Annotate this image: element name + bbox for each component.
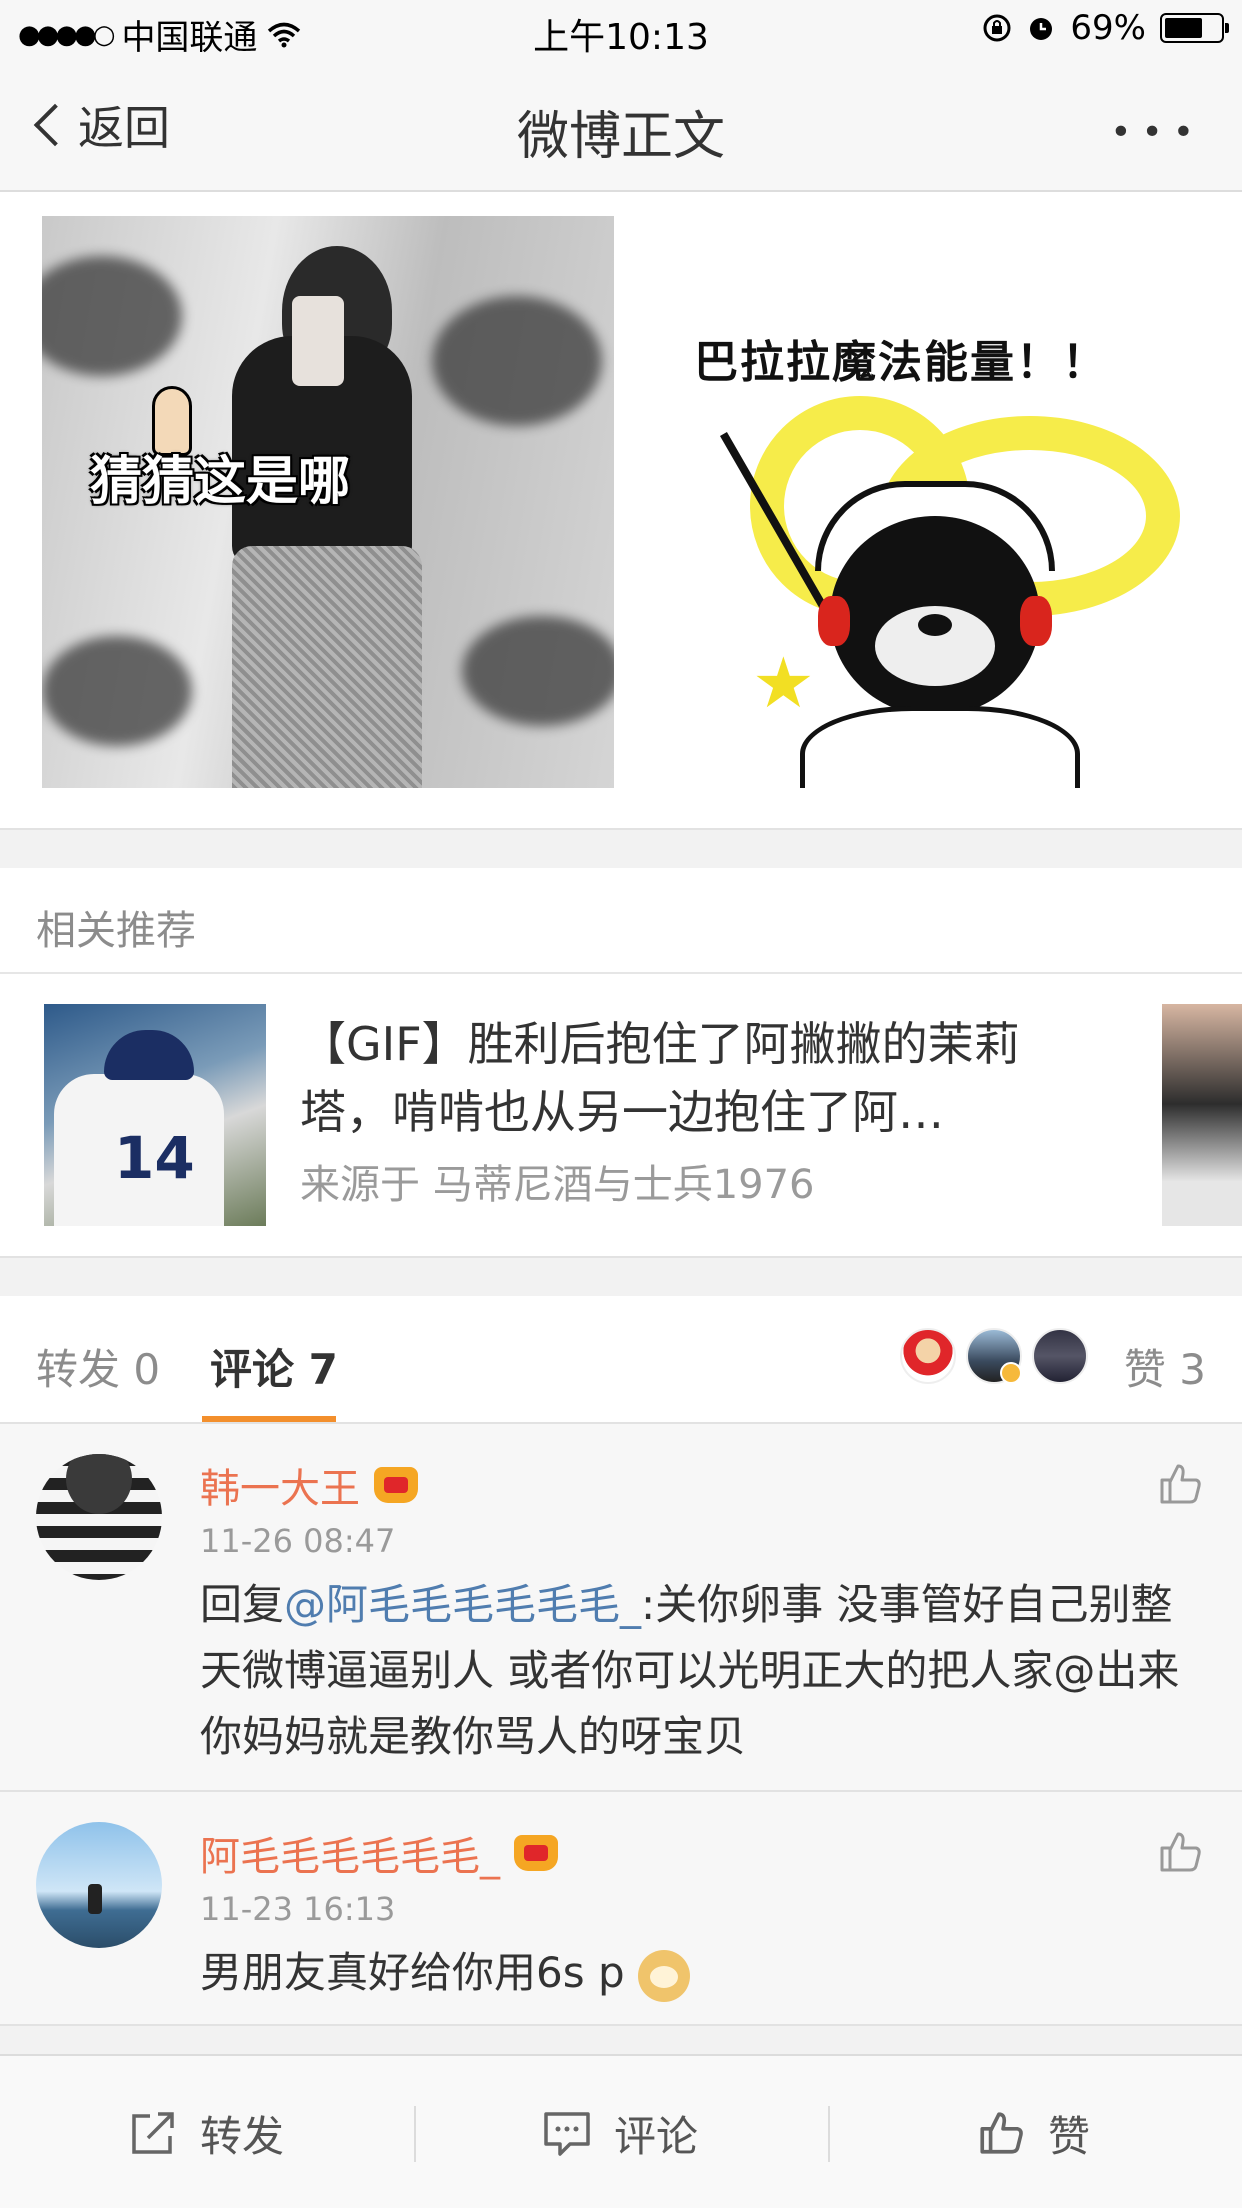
- avatar[interactable]: [966, 1328, 1022, 1384]
- rotation-lock-icon: [983, 14, 1011, 42]
- pointing-finger-icon: [152, 386, 192, 456]
- more-options-button[interactable]: •••: [1110, 112, 1204, 153]
- thumbs-up-icon: [980, 2112, 1023, 2154]
- bear-body: [800, 706, 1080, 788]
- like-button[interactable]: 赞: [976, 2056, 1090, 2208]
- related-source: 来源于 马蒂尼酒与士兵1976: [300, 1162, 815, 1208]
- bear-cheek: [1020, 596, 1052, 646]
- battery-percent: 69%: [1070, 8, 1146, 48]
- comment-label: 评论: [614, 2111, 699, 2161]
- comment-text: 回复@阿毛毛毛毛毛毛_:关你卵事 没事管好自己别整天微博逼逼别人 或者你可以光明…: [200, 1572, 1200, 1770]
- battery-icon: [1160, 13, 1229, 43]
- sticker-caption: 巴拉拉魔法能量！！: [694, 337, 1108, 388]
- comment-time: 11-23 16:13: [200, 1890, 396, 1928]
- related-header-label: 相关推荐: [36, 908, 196, 954]
- doge-emoji-icon: [637, 1949, 690, 2002]
- like-label: 赞: [1048, 2111, 1091, 2161]
- post-image-sticker[interactable]: 巴拉拉魔法能量！！ ★: [650, 216, 1202, 788]
- active-tab-indicator: [202, 1416, 336, 1422]
- tab-comments[interactable]: 评论 7: [210, 1336, 338, 1397]
- bottom-toolbar: 转发 评论 赞: [0, 2054, 1242, 2208]
- liker-avatars: [900, 1328, 1088, 1384]
- status-right: 69%: [982, 8, 1229, 48]
- star-icon: ★: [752, 642, 815, 724]
- comment-body: 男朋友真好给你用6s p: [200, 1948, 625, 1997]
- reply-prefix: 回复: [200, 1580, 285, 1629]
- related-item[interactable]: 14 【GIF】胜利后抱住了阿撇撇的茉莉塔，啃啃也从另一边抱住了阿… 来源于 马…: [0, 974, 1242, 1258]
- person-skirt: [232, 546, 422, 788]
- share-icon: [132, 2112, 174, 2154]
- avatar[interactable]: [900, 1328, 956, 1384]
- toolbar-divider: [828, 2106, 830, 2162]
- comment-author[interactable]: 韩一大王: [200, 1456, 418, 1514]
- crown-badge-icon: [374, 1467, 418, 1503]
- tab-reposts[interactable]: 转发 0: [36, 1336, 160, 1397]
- thumbs-up-icon[interactable]: [1156, 1460, 1204, 1508]
- alarm-icon: [1030, 18, 1053, 40]
- image-sticker-text: 猜猜这是哪: [90, 452, 351, 512]
- comment-bubble-icon: [544, 2112, 590, 2156]
- status-bar: ●●●●○ 中国联通 上午10:13 69%: [0, 0, 1242, 62]
- battery-level: [1165, 18, 1202, 38]
- bear-nose: [918, 614, 952, 636]
- comment-list: 韩一大王 11-26 08:47 回复@阿毛毛毛毛毛毛_:关你卵事 没事管好自己…: [0, 1424, 1242, 2026]
- comment-text: 男朋友真好给你用6s p: [200, 1940, 1200, 2006]
- related-thumbnail: 14: [44, 1004, 266, 1226]
- related-header: 相关推荐: [0, 868, 1242, 974]
- related-thumbnail-next[interactable]: [1162, 1004, 1242, 1226]
- thumbs-up-icon[interactable]: [1156, 1828, 1204, 1876]
- cap-shape: [104, 1030, 194, 1080]
- page-title: 微博正文: [516, 107, 725, 167]
- bear-cheek: [818, 596, 850, 646]
- avatar[interactable]: [1032, 1328, 1088, 1384]
- jersey-number: 14: [114, 1124, 195, 1192]
- avatar[interactable]: [36, 1822, 162, 1948]
- brush-stroke: [42, 636, 192, 746]
- comment-author-name: 韩一大王: [200, 1466, 360, 1512]
- brush-stroke: [432, 296, 602, 426]
- repost-button[interactable]: 转发: [128, 2056, 284, 2208]
- post-image-selfie[interactable]: 猜猜这是哪: [42, 216, 614, 788]
- navigation-bar: 返回 微博正文 •••: [0, 62, 1242, 192]
- interaction-tabs: 转发 0 评论 7 赞 3: [0, 1296, 1242, 1424]
- phone-shape: [292, 296, 344, 386]
- comment-button[interactable]: 评论: [542, 2056, 698, 2208]
- repost-label: 转发: [200, 2111, 285, 2161]
- mention-link[interactable]: @阿毛毛毛毛毛毛_: [284, 1580, 641, 1629]
- toolbar-divider: [414, 2106, 416, 2162]
- related-title: 【GIF】胜利后抱住了阿撇撇的茉莉塔，啃啃也从另一边抱住了阿…: [300, 1017, 1020, 1139]
- tab-likes[interactable]: 赞 3: [1124, 1336, 1206, 1397]
- comment-author[interactable]: 阿毛毛毛毛毛毛_: [200, 1824, 558, 1882]
- post-images: 猜猜这是哪 巴拉拉魔法能量！！ ★: [0, 192, 1242, 830]
- comment-author-name: 阿毛毛毛毛毛毛_: [200, 1834, 500, 1880]
- comment-item: 韩一大王 11-26 08:47 回复@阿毛毛毛毛毛毛_:关你卵事 没事管好自己…: [0, 1424, 1242, 1792]
- brush-stroke: [462, 616, 614, 726]
- avatar[interactable]: [36, 1454, 162, 1580]
- crown-badge-icon: [514, 1835, 558, 1871]
- comment-item: 阿毛毛毛毛毛毛_ 11-23 16:13 男朋友真好给你用6s p: [0, 1792, 1242, 2026]
- comment-time: 11-26 08:47: [200, 1522, 396, 1560]
